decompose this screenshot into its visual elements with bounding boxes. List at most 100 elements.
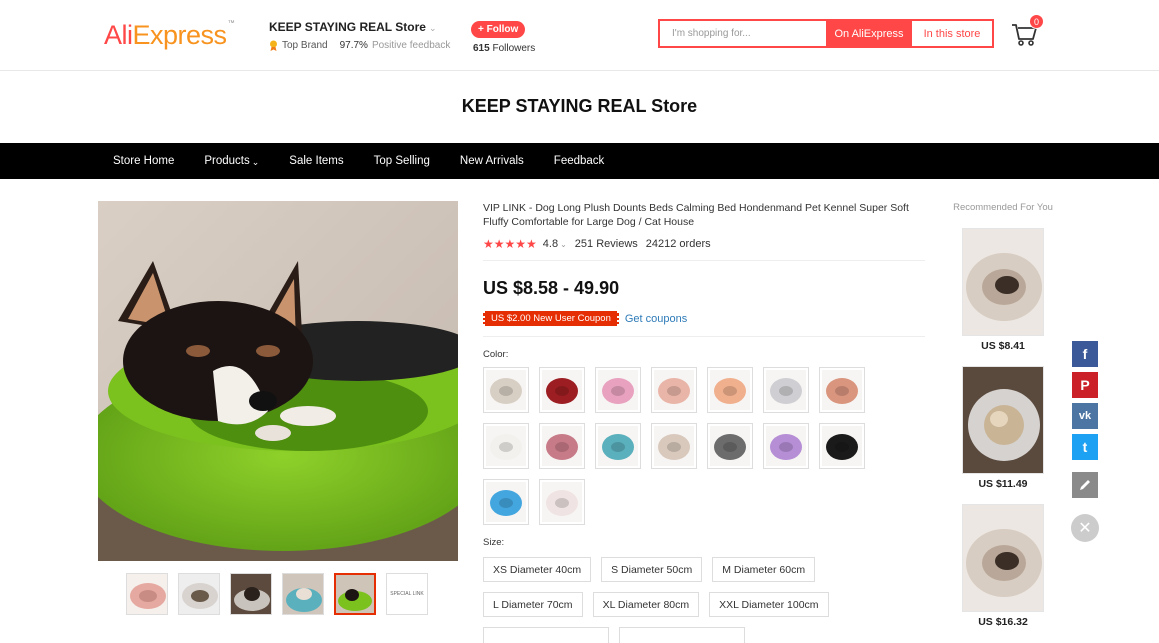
follow-button[interactable]: + Follow (471, 21, 526, 38)
thumbnail-1[interactable] (126, 573, 168, 615)
thumbnail-image (179, 574, 219, 614)
color-swatch-image (542, 482, 582, 522)
color-swatch-image (598, 426, 638, 466)
color-swatch[interactable] (595, 423, 641, 469)
product-info: VIP LINK - Dog Long Plush Dounts Beds Ca… (483, 201, 925, 643)
color-swatch-image (486, 370, 526, 410)
thumbnail-5-active[interactable] (334, 573, 376, 615)
color-swatch[interactable] (819, 423, 865, 469)
dog-on-bed-photo (98, 201, 458, 561)
color-swatch-image (822, 426, 862, 466)
recommended-image[interactable] (962, 228, 1044, 336)
recommended-photo (963, 229, 1043, 335)
thumbnail-4[interactable] (282, 573, 324, 615)
chevron-down-icon: ⌄ (251, 157, 260, 167)
size-option[interactable] (619, 627, 745, 643)
vk-share-button[interactable]: vk (1072, 403, 1098, 429)
recommended-photo (963, 505, 1043, 611)
recommended-price: US $11.49 (978, 478, 1028, 490)
product-title: VIP LINK - Dog Long Plush Dounts Beds Ca… (483, 202, 909, 228)
size-options: XS Diameter 40cm S Diameter 50cm M Diame… (483, 557, 863, 643)
vk-icon: vk (1078, 410, 1092, 422)
pencil-icon (1080, 480, 1090, 490)
top-bar: AliExpress™ KEEP STAYING REAL Store ⌄ Top… (0, 0, 1159, 71)
color-swatch[interactable] (651, 367, 697, 413)
color-swatch[interactable] (483, 479, 529, 525)
recommended-item[interactable]: US $8.41 (962, 228, 1044, 352)
thumbnail-3[interactable] (230, 573, 272, 615)
color-swatch[interactable] (651, 423, 697, 469)
recommended-item[interactable]: US $16.32 (962, 504, 1044, 628)
recommended-image[interactable] (962, 504, 1044, 612)
rating-row: ★★★★★ 4.8 ⌄ 251 Reviews 24212 orders (483, 237, 925, 251)
size-option[interactable]: M Diameter 60cm (712, 557, 816, 582)
color-swatch-image (486, 482, 526, 522)
orders-count: 24212 orders (645, 238, 711, 250)
size-option[interactable] (483, 627, 609, 643)
recommended-title: Recommended For You (953, 202, 1053, 213)
store-name-dropdown[interactable]: KEEP STAYING REAL Store ⌄ (269, 20, 450, 34)
store-title: KEEP STAYING REAL Store (461, 96, 698, 116)
color-swatch[interactable] (707, 367, 753, 413)
search-in-store-button[interactable]: In this store (912, 21, 992, 46)
color-swatch[interactable] (763, 423, 809, 469)
size-option[interactable]: XL Diameter 80cm (592, 592, 700, 617)
main-product-image[interactable] (98, 201, 458, 561)
color-swatch[interactable] (483, 423, 529, 469)
thumbnail-6[interactable]: SPECIAL LINK (386, 573, 428, 615)
color-swatch-image (542, 426, 582, 466)
nav-products[interactable]: Products ⌄ (189, 143, 274, 179)
color-swatch[interactable] (539, 479, 585, 525)
nav-new-arrivals[interactable]: New Arrivals (445, 143, 539, 179)
facebook-share-button[interactable]: f (1072, 341, 1098, 367)
color-swatch-image (598, 370, 638, 410)
followers-number: 615 (473, 43, 490, 54)
color-swatch-image (822, 370, 862, 410)
size-option[interactable]: XXL Diameter 100cm (709, 592, 829, 617)
nav-label: New Arrivals (459, 155, 524, 167)
close-share-button[interactable]: ✕ (1071, 514, 1099, 542)
get-coupons-link[interactable]: Get coupons (625, 313, 687, 325)
store-nav: Store Home Products ⌄ Sale Items Top Sell… (0, 143, 1159, 179)
size-option[interactable]: S Diameter 50cm (601, 557, 703, 582)
recommended-image[interactable] (962, 366, 1044, 474)
pinterest-icon: P (1080, 377, 1090, 393)
nav-top-selling[interactable]: Top Selling (359, 143, 445, 179)
color-swatch[interactable] (539, 423, 585, 469)
thumbnail-2[interactable] (178, 573, 220, 615)
recommended-item[interactable]: US $11.49 (962, 366, 1044, 490)
top-brand-medal-icon (270, 40, 277, 51)
facebook-icon: f (1082, 346, 1088, 362)
edit-button[interactable] (1072, 472, 1098, 498)
color-swatch[interactable] (595, 367, 641, 413)
product-price: US $8.58 - 49.90 (483, 278, 620, 298)
cart-button[interactable]: 0 (1010, 14, 1044, 49)
chevron-down-icon: ⌄ (428, 23, 437, 33)
twitter-share-button[interactable]: t (1072, 434, 1098, 460)
aliexpress-logo[interactable]: AliExpress™ (104, 20, 235, 51)
size-option[interactable]: L Diameter 70cm (483, 592, 583, 617)
color-swatch[interactable] (483, 367, 529, 413)
color-swatch[interactable] (763, 367, 809, 413)
color-swatch[interactable] (819, 367, 865, 413)
nav-feedback[interactable]: Feedback (539, 143, 620, 179)
follow-block: + Follow 615 Followers (471, 19, 535, 54)
pinterest-share-button[interactable]: P (1072, 372, 1098, 398)
new-user-coupon[interactable]: US $2.00 New User Coupon (483, 311, 619, 326)
thumbnail-image (336, 575, 374, 613)
search-on-aliexpress-button[interactable]: On AliExpress (826, 21, 912, 46)
nav-store-home[interactable]: Store Home (98, 143, 189, 179)
reviews-link[interactable]: 251 Reviews (575, 238, 638, 250)
color-swatch[interactable] (539, 367, 585, 413)
color-swatch-image (654, 370, 694, 410)
color-swatch-image (766, 426, 806, 466)
nav-sale-items[interactable]: Sale Items (274, 143, 358, 179)
special-link-text: SPECIAL LINK (390, 591, 424, 597)
size-option[interactable]: XS Diameter 40cm (483, 557, 592, 582)
thumbnail-image (127, 574, 167, 614)
color-swatch[interactable] (707, 423, 753, 469)
nav-label: Store Home (113, 155, 175, 167)
rating-score[interactable]: 4.8 (543, 238, 558, 250)
positive-feedback-percent: 97.7% (339, 40, 368, 51)
search-input[interactable] (660, 21, 826, 46)
